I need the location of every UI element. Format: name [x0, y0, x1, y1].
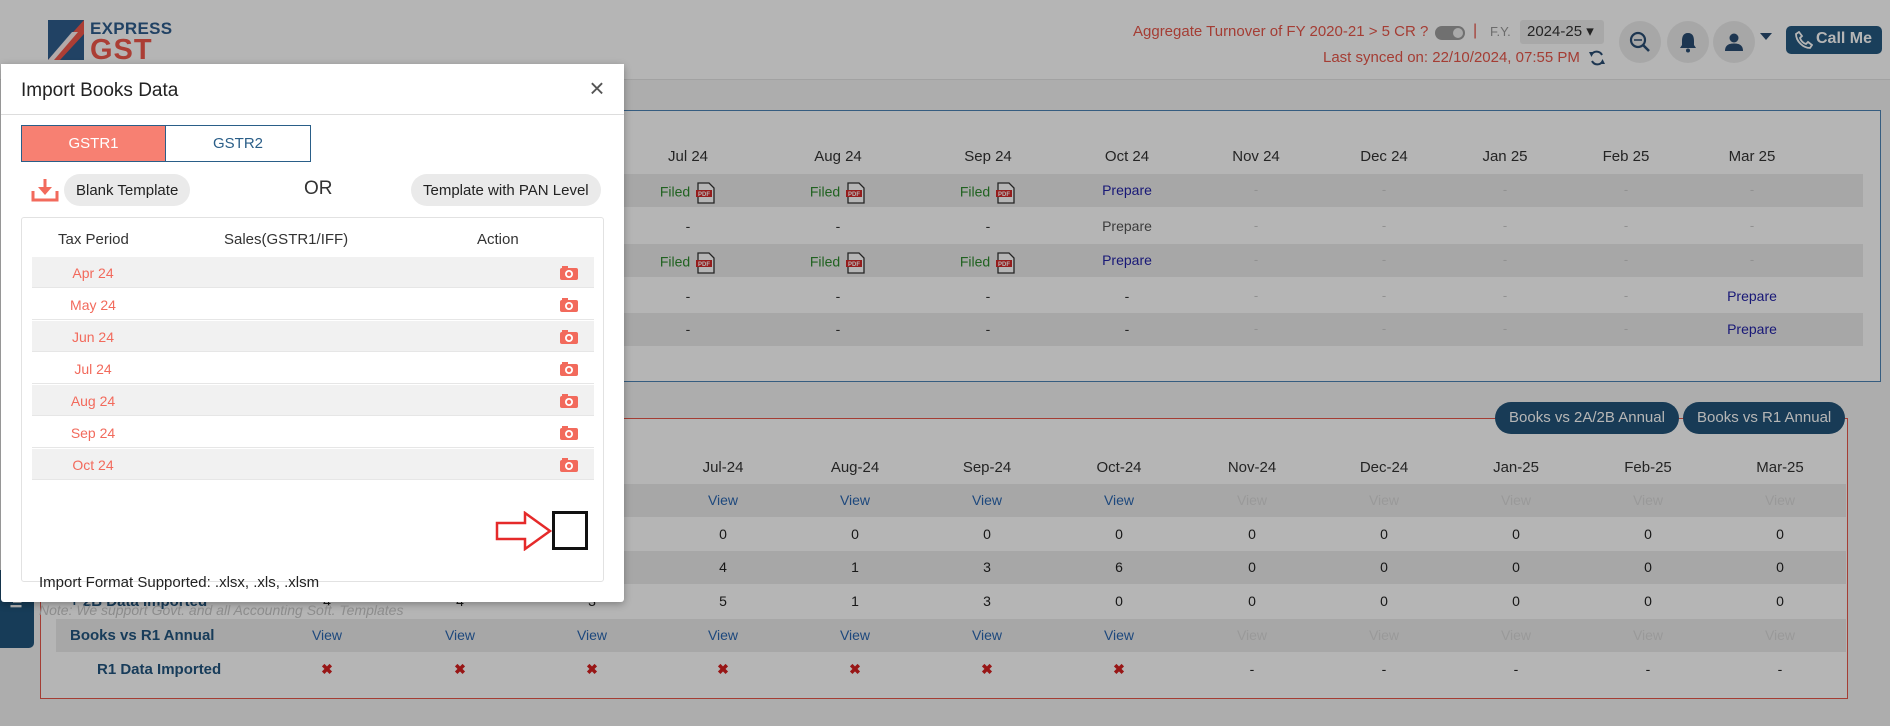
tax-period-label: Apr 24	[72, 265, 114, 281]
close-icon[interactable]: ×	[585, 75, 609, 101]
modal-header: Import Books Data ×	[1, 64, 624, 115]
tab-gstr2[interactable]: GSTR2	[165, 126, 310, 161]
sales-cell	[179, 385, 569, 416]
upload-icon[interactable]	[559, 297, 579, 313]
tax-period-label: Oct 24	[72, 457, 114, 473]
tax-period-label: Sep 24	[70, 425, 116, 441]
import-books-modal: Import Books Data × GSTR1 GSTR2 Blank Te…	[1, 64, 624, 618]
import-format-text: Import Format Supported: .xlsx, .xls, .x…	[39, 574, 320, 591]
or-separator: OR	[304, 178, 333, 199]
template-note: Note: We support Govt. and all Accountin…	[39, 602, 404, 618]
gstr-tabs: GSTR1 GSTR2	[21, 125, 311, 162]
tax-period-label: Aug 24	[70, 393, 116, 409]
tab-gstr1[interactable]: GSTR1	[22, 126, 165, 161]
highlight-box	[552, 511, 588, 550]
import-period-row: Apr 24	[32, 257, 594, 288]
import-period-row: Jun 24	[32, 321, 594, 352]
app-root: EXPRESS GST Aggregate Turnover of FY 202…	[0, 0, 1890, 726]
download-icon[interactable]	[30, 177, 60, 203]
sales-cell	[179, 353, 569, 384]
pointer-arrow-icon	[495, 511, 553, 551]
upload-icon[interactable]	[559, 361, 579, 377]
import-period-row: Sep 24	[32, 417, 594, 448]
tax-period-label: Jul 24	[74, 361, 112, 377]
upload-icon[interactable]	[559, 329, 579, 345]
upload-icon[interactable]	[559, 425, 579, 441]
sales-cell	[179, 449, 569, 480]
sales-cell	[179, 417, 569, 448]
col-action: Action	[477, 231, 519, 248]
col-sales: Sales(GSTR1/IFF)	[224, 231, 349, 248]
blank-template-button[interactable]: Blank Template	[64, 174, 191, 206]
sales-cell	[179, 257, 569, 288]
import-period-row: Jul 24	[32, 353, 594, 384]
upload-icon[interactable]	[559, 265, 579, 281]
import-period-row: Aug 24	[32, 385, 594, 416]
upload-icon[interactable]	[559, 457, 579, 473]
sales-cell	[179, 289, 569, 320]
pan-template-button[interactable]: Template with PAN Level	[411, 174, 601, 206]
import-period-row: May 24	[32, 289, 594, 320]
import-period-row: Oct 24	[32, 449, 594, 480]
sales-cell	[179, 321, 569, 352]
col-tax-period: Tax Period	[58, 231, 129, 248]
modal-title: Import Books Data	[21, 80, 179, 101]
tax-period-label: Jun 24	[71, 329, 115, 345]
tax-period-label: May 24	[70, 297, 116, 313]
upload-icon[interactable]	[559, 393, 579, 409]
